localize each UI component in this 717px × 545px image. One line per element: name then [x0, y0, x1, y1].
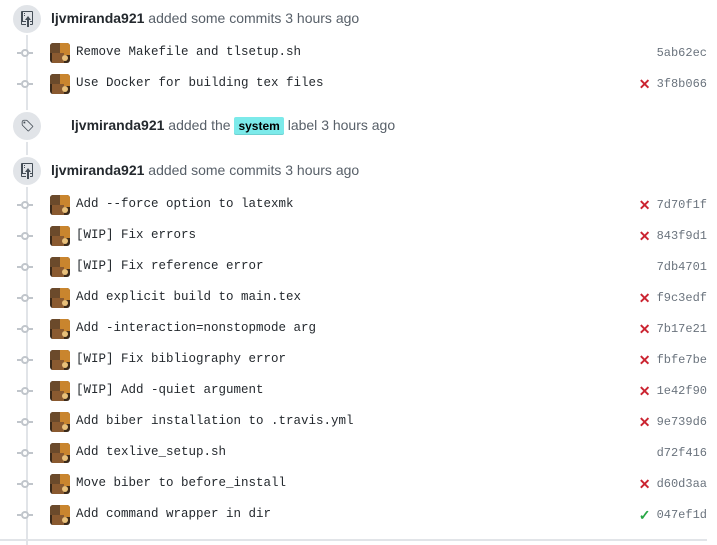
commit-row: [WIP] Fix bibliography error ✕ fbfe7be [0, 345, 717, 376]
commit-message-link[interactable]: Use Docker for building tex files [76, 76, 324, 90]
commit-message-link[interactable]: Add command wrapper in dir [76, 507, 271, 521]
commit-dot-icon [17, 356, 33, 364]
repo-push-icon [11, 155, 43, 187]
commit-event-header: ljvmiranda921 added some commits 3 hours… [0, 155, 717, 187]
x-fail-icon[interactable]: ✕ [639, 477, 651, 491]
event-time-link[interactable]: 3 hours ago [285, 162, 359, 178]
commit-dot-icon [17, 387, 33, 395]
commit-message-link[interactable]: Add biber installation to .travis.yml [76, 414, 354, 428]
label-event-header: ljvmiranda921 added the system label 3 h… [0, 110, 717, 142]
avatar[interactable] [50, 381, 70, 401]
commit-sha-link[interactable]: d60d3aa [657, 477, 707, 491]
commit-sha-link[interactable]: 5ab62ec [657, 46, 707, 60]
check-success-icon[interactable]: ✓ [639, 508, 651, 522]
commit-row: Add texlive_setup.sh d72f416 [0, 438, 717, 469]
avatar[interactable] [50, 319, 70, 339]
commit-sha-link[interactable]: 7b17e21 [657, 322, 707, 336]
commit-message-link[interactable]: [WIP] Add -quiet argument [76, 383, 264, 397]
commit-row: Add -interaction=nonstopmode arg ✕ 7b17e2… [0, 314, 717, 345]
commit-row: Add biber installation to .travis.yml ✕ 9… [0, 407, 717, 438]
x-fail-icon[interactable]: ✕ [639, 198, 651, 212]
commit-message-link[interactable]: [WIP] Fix reference error [76, 259, 264, 273]
commit-sha-link[interactable]: 843f9d1 [657, 229, 707, 243]
commit-message-link[interactable]: [WIP] Fix errors [76, 228, 196, 242]
commit-sha-link[interactable]: f9c3edf [657, 291, 707, 305]
commit-message-link[interactable]: Add texlive_setup.sh [76, 445, 226, 459]
avatar[interactable] [50, 505, 70, 525]
commit-dot-icon [17, 418, 33, 426]
author-link[interactable]: ljvmiranda921 [71, 117, 164, 133]
commit-dot-icon [17, 201, 33, 209]
avatar[interactable] [50, 257, 70, 277]
commit-dot-icon [17, 263, 33, 271]
commit-sha-link[interactable]: 3f8b066 [657, 77, 707, 91]
event-action: added the [164, 117, 235, 133]
timeline-divider [0, 539, 707, 541]
commit-dot-icon [17, 511, 33, 519]
event-text: ljvmiranda921 added the system label 3 h… [71, 117, 395, 135]
avatar[interactable] [50, 195, 70, 215]
commit-dot-icon [17, 232, 33, 240]
commit-row: Add command wrapper in dir ✓ 047ef1d [0, 500, 717, 531]
commit-row: Use Docker for building tex files ✕ 3f8b0… [0, 69, 717, 100]
commit-sha-link[interactable]: d72f416 [657, 446, 707, 460]
x-fail-icon[interactable]: ✕ [639, 322, 651, 336]
commit-dot-icon [17, 325, 33, 333]
avatar[interactable] [50, 288, 70, 308]
commit-message-link[interactable]: [WIP] Fix bibliography error [76, 352, 286, 366]
event-action: label [283, 117, 322, 133]
x-fail-icon[interactable]: ✕ [639, 291, 651, 305]
event-time-link[interactable]: 3 hours ago [285, 10, 359, 26]
x-fail-icon[interactable]: ✕ [639, 384, 651, 398]
commit-message-link[interactable]: Add explicit build to main.tex [76, 290, 301, 304]
author-link[interactable]: ljvmiranda921 [51, 162, 144, 178]
author-link[interactable]: ljvmiranda921 [51, 10, 144, 26]
commit-dot-icon [17, 449, 33, 457]
commit-sha-link[interactable]: 9e739d6 [657, 415, 707, 429]
commit-dot-icon [17, 480, 33, 488]
event-action: added some commits [144, 162, 286, 178]
commit-message-link[interactable]: Remove Makefile and tlsetup.sh [76, 45, 301, 59]
avatar[interactable] [50, 350, 70, 370]
commit-message-link[interactable]: Add --force option to latexmk [76, 197, 294, 211]
commit-sha-link[interactable]: 047ef1d [657, 508, 707, 522]
commit-sha-link[interactable]: fbfe7be [657, 353, 707, 367]
event-text: ljvmiranda921 added some commits 3 hours… [51, 10, 359, 26]
repo-push-icon [11, 3, 43, 35]
event-text: ljvmiranda921 added some commits 3 hours… [51, 162, 359, 178]
commit-row: [WIP] Add -quiet argument ✕ 1e42f90 [0, 376, 717, 407]
avatar[interactable] [50, 74, 70, 94]
avatar[interactable] [50, 443, 70, 463]
commit-event-header: ljvmiranda921 added some commits 3 hours… [0, 3, 717, 35]
x-fail-icon[interactable]: ✕ [639, 77, 651, 91]
commit-message-link[interactable]: Add -interaction=nonstopmode arg [76, 321, 316, 335]
commit-row: Add --force option to latexmk ✕ 7d70f1f [0, 190, 717, 221]
avatar[interactable] [50, 226, 70, 246]
commit-dot-icon [17, 80, 33, 88]
event-action: added some commits [144, 10, 286, 26]
event-time-link[interactable]: 3 hours ago [321, 117, 395, 133]
commit-sha-link[interactable]: 7db4701 [657, 260, 707, 274]
commit-message-link[interactable]: Move biber to before_install [76, 476, 286, 490]
commit-row: [WIP] Fix errors ✕ 843f9d1 [0, 221, 717, 252]
commit-row: Remove Makefile and tlsetup.sh 5ab62ec [0, 38, 717, 69]
avatar[interactable] [50, 412, 70, 432]
commit-row: [WIP] Fix reference error 7db4701 [0, 252, 717, 283]
commit-dot-icon [17, 294, 33, 302]
avatar[interactable] [50, 474, 70, 494]
x-fail-icon[interactable]: ✕ [639, 415, 651, 429]
label-system[interactable]: system [234, 117, 284, 135]
avatar[interactable] [50, 43, 70, 63]
commit-row: Move biber to before_install ✕ d60d3aa [0, 469, 717, 500]
tag-icon [11, 110, 43, 142]
x-fail-icon[interactable]: ✕ [639, 353, 651, 367]
commit-dot-icon [17, 49, 33, 57]
commit-sha-link[interactable]: 7d70f1f [657, 198, 707, 212]
x-fail-icon[interactable]: ✕ [639, 229, 651, 243]
commit-sha-link[interactable]: 1e42f90 [657, 384, 707, 398]
commit-row: Add explicit build to main.tex ✕ f9c3edf [0, 283, 717, 314]
